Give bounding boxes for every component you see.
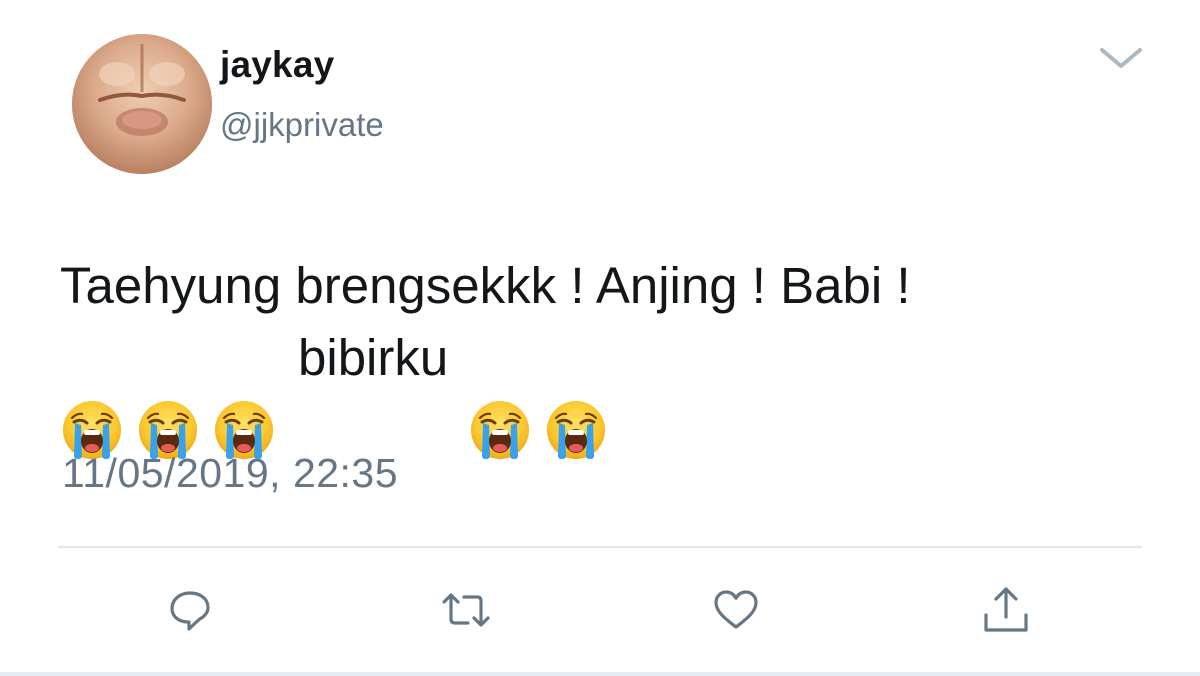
action-bar: [0, 580, 1200, 640]
speech-bubble-icon: [170, 591, 210, 631]
tweet-text-line-2: bibirku: [60, 322, 1160, 459]
retweet-button[interactable]: [436, 580, 496, 640]
tweet-text-line-1: Taehyung brengsekkk ! Anjing ! Babi !: [60, 257, 911, 314]
reply-button[interactable]: [160, 580, 220, 640]
like-button[interactable]: [706, 580, 766, 640]
divider: [58, 546, 1142, 548]
loudly-crying-face-icon: [136, 326, 200, 459]
retweet-arrows-icon: [442, 593, 490, 627]
avatar-image: [72, 34, 212, 174]
share-button[interactable]: [976, 580, 1036, 640]
loudly-crying-face-icon: [60, 326, 124, 459]
share-upload-icon: [984, 587, 1028, 632]
avatar[interactable]: [72, 34, 212, 174]
loudly-crying-face-icon: [468, 326, 532, 459]
user-handle[interactable]: @jjkprivate: [220, 106, 384, 144]
tweet-word-bibirku: bibirku: [298, 329, 449, 386]
bottom-border: [0, 672, 1200, 676]
display-name[interactable]: jaykay: [220, 44, 334, 86]
loudly-crying-face-icon: [544, 326, 608, 459]
tweet-card: jaykay @jjkprivate Taehyung brengsekkk !…: [0, 0, 1200, 676]
tweet-timestamp[interactable]: 11/05/2019, 22:35: [62, 450, 398, 497]
loudly-crying-face-icon: [212, 326, 276, 459]
tweet-text: Taehyung brengsekkk ! Anjing ! Babi ! bi…: [60, 250, 1160, 459]
heart-icon: [714, 590, 758, 629]
chevron-down-icon[interactable]: [1096, 40, 1146, 74]
